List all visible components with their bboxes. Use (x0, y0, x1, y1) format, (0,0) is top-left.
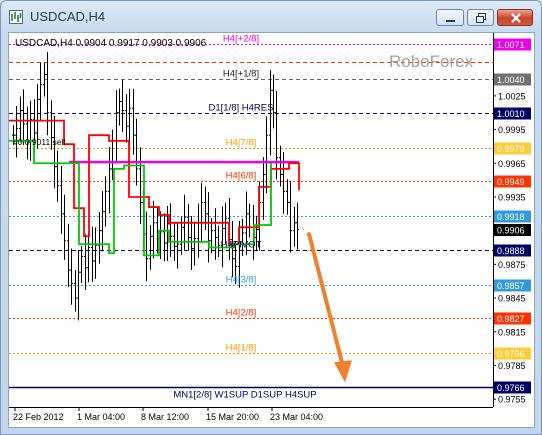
brand-watermark: RoboForex (389, 52, 474, 71)
price-tick-label: 0.9755 (498, 395, 526, 405)
time-tick-label: 8 Mar 12:00 (141, 412, 189, 422)
title-bar[interactable]: USDCAD,H4 (1, 1, 541, 33)
price-axis: 1.0071 1.0040 1.0010 0.9979 0.9949 0.9918 0.98… (493, 38, 531, 405)
time-tick-label: 1 Mar 04:00 (77, 412, 125, 422)
close-button[interactable] (497, 9, 533, 26)
maximize-icon (476, 13, 486, 23)
window-title: USDCAD,H4 (30, 9, 106, 24)
level-label: D1[1/8] H4RES (209, 103, 274, 114)
price-tick-label: 0.9785 (498, 361, 526, 371)
price-tick-label: 0.9875 (498, 260, 526, 270)
level-label: H4[7/8] (226, 138, 257, 149)
maximize-button[interactable] (467, 9, 494, 26)
price-tick-label: 0.9815 (498, 327, 526, 337)
level-price-text: 0.9766 (497, 383, 525, 393)
price-tick-label: 1.0025 (498, 91, 526, 101)
level-price-text: 0.9857 (497, 281, 525, 291)
level-price-text: 0.9888 (497, 246, 525, 256)
time-tick-label: 23 Mar 04:00 (270, 412, 323, 422)
minimize-button[interactable] (436, 9, 464, 26)
price-tick-label: 0.9845 (498, 294, 526, 304)
minimize-icon (446, 20, 455, 22)
current-price-text: 0.9906 (497, 226, 525, 236)
level-label: H4[+1/8] (223, 69, 259, 80)
level-label: H4[2/8] (226, 308, 257, 319)
level-price-text: 0.9918 (497, 212, 525, 222)
level-price-text: 0.9827 (497, 314, 525, 324)
level-price-text: 1.0071 (497, 40, 525, 50)
level-price-text: 0.9979 (497, 144, 525, 154)
chart-header: USDCAD,H4 0.9904 0.9917 0.9903 0.9906 (15, 38, 207, 49)
chart-window: USDCAD,H4 H4[+2/8] H4[+1/8] D1[1/8] H4RES H… (0, 0, 542, 435)
level-price-text: 0.9796 (497, 349, 525, 359)
chart-area[interactable]: H4[+2/8] H4[+1/8] D1[1/8] H4RES H4[7/8] H4[6… (8, 32, 535, 428)
chart-background (9, 33, 534, 427)
price-chart[interactable]: H4[+2/8] H4[+1/8] D1[1/8] H4RES H4[7/8] H4[6… (9, 33, 534, 427)
level-label: MN1[2/8] W1SUP D1SUP H4SUP (173, 390, 316, 401)
level-label: H4[6/8] (226, 171, 257, 182)
order-label: #0 0.9011 sell (13, 137, 65, 147)
time-tick-label: 15 Mar 20:00 (206, 412, 259, 422)
price-tick-label: 0.9935 (498, 192, 526, 202)
level-price-text: 1.0040 (497, 75, 525, 85)
level-price-text: 1.0010 (497, 109, 525, 119)
time-tick-label: 22 Feb 2012 (13, 412, 64, 422)
level-label: H4PIVOT (221, 240, 262, 251)
level-label: H4[+2/8] (223, 34, 259, 45)
price-tick-label: 0.9965 (498, 159, 526, 169)
level-label: H4[3/8] (226, 275, 257, 286)
price-tick-label: 0.9995 (498, 125, 526, 135)
level-label: H4[1/8] (226, 343, 257, 354)
close-icon (511, 13, 521, 23)
chart-bars-icon (9, 10, 23, 24)
level-price-text: 0.9949 (497, 177, 525, 187)
